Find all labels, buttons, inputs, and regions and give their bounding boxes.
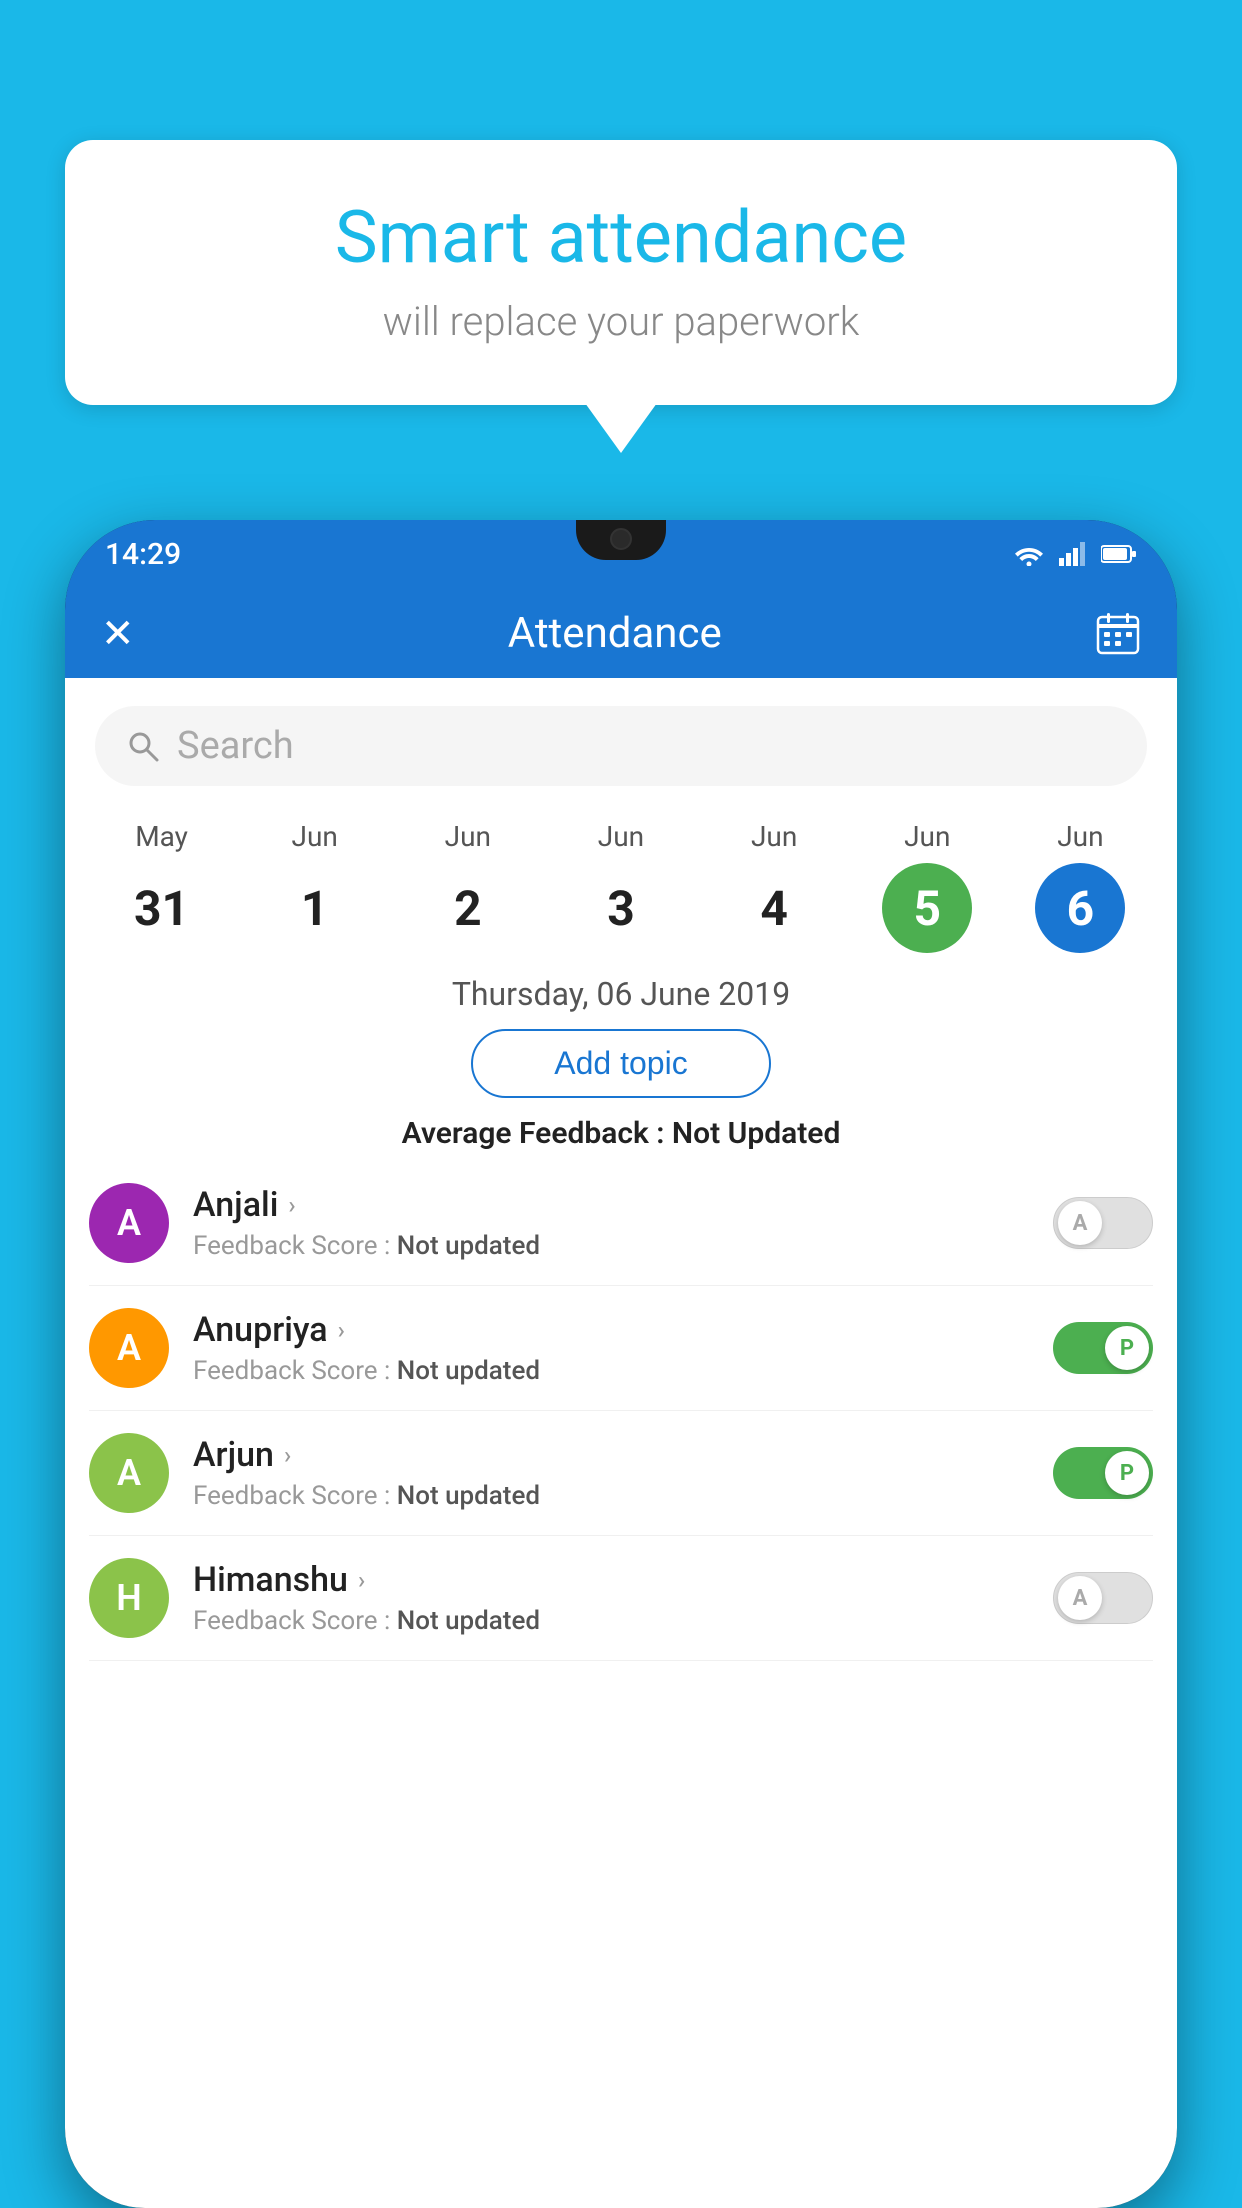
- student-avatar: A: [89, 1183, 169, 1263]
- search-icon: [125, 728, 161, 764]
- cal-month-label: May: [135, 820, 188, 853]
- student-avatar: H: [89, 1558, 169, 1638]
- status-bar: 14:29: [65, 520, 1177, 588]
- student-feedback: Feedback Score : Not updated: [193, 1481, 1053, 1511]
- status-time: 14:29: [105, 537, 181, 572]
- cal-month-label: Jun: [445, 820, 491, 853]
- wifi-icon: [1013, 542, 1045, 566]
- student-item[interactable]: H Himanshu › Feedback Score : Not updatedA: [89, 1536, 1153, 1661]
- bubble-title: Smart attendance: [125, 195, 1117, 280]
- calendar-day[interactable]: Jun 5: [867, 820, 987, 953]
- calendar-day[interactable]: Jun 6: [1020, 820, 1140, 953]
- add-topic-button[interactable]: Add topic: [471, 1029, 771, 1098]
- attendance-toggle[interactable]: A: [1053, 1572, 1153, 1624]
- header-title: Attendance: [508, 609, 722, 658]
- status-icons: [1013, 542, 1137, 566]
- chevron-icon: ›: [284, 1441, 291, 1469]
- student-item[interactable]: A Anupriya › Feedback Score : Not updated P: [89, 1286, 1153, 1411]
- student-list: AAnjali ›Feedback Score : Not updatedAAA…: [65, 1161, 1177, 1661]
- notch: [576, 520, 666, 560]
- student-name: Himanshu ›: [193, 1560, 1053, 1600]
- cal-month-label: Jun: [1057, 820, 1103, 853]
- signal-icon: [1059, 542, 1087, 566]
- student-info: Himanshu › Feedback Score : Not updated: [193, 1560, 1053, 1636]
- avg-feedback-label: Average Feedback :: [402, 1116, 665, 1151]
- student-feedback: Feedback Score : Not updated: [193, 1606, 1053, 1636]
- toggle-knob: P: [1105, 1451, 1149, 1495]
- calendar-day[interactable]: Jun 2: [408, 820, 528, 953]
- calendar-day[interactable]: May 31: [102, 820, 222, 953]
- calendar-day[interactable]: Jun 3: [561, 820, 681, 953]
- student-item[interactable]: AAnjali ›Feedback Score : Not updatedA: [89, 1161, 1153, 1286]
- cal-date-number: 31: [117, 863, 207, 953]
- toggle-knob: A: [1058, 1576, 1102, 1620]
- average-feedback: Average Feedback : Not Updated: [65, 1116, 1177, 1151]
- toggle-switch[interactable]: P: [1053, 1447, 1153, 1499]
- cal-month-label: Jun: [751, 820, 797, 853]
- student-info: Anupriya › Feedback Score : Not updated: [193, 1310, 1053, 1386]
- student-info: Anjali › Feedback Score : Not updated: [193, 1185, 1053, 1261]
- speech-bubble: Smart attendance will replace your paper…: [65, 140, 1177, 405]
- student-avatar: A: [89, 1308, 169, 1388]
- phone-content: Search May 31 Jun 1 Jun 2 Jun 3 Jun 4 Jun 5 Jun 6 Thu…: [65, 678, 1177, 2208]
- cal-month-label: Jun: [292, 820, 338, 853]
- search-bar[interactable]: Search: [95, 706, 1147, 786]
- cal-date-number: 3: [576, 863, 666, 953]
- cal-date-number: 4: [729, 863, 819, 953]
- student-item[interactable]: A Arjun › Feedback Score : Not updated P: [89, 1411, 1153, 1536]
- attendance-toggle[interactable]: P: [1053, 1447, 1153, 1499]
- phone-frame: 14:29: [65, 520, 1177, 2208]
- cal-month-label: Jun: [904, 820, 950, 853]
- cal-date-number: 5: [882, 863, 972, 953]
- cal-date-number: 1: [270, 863, 360, 953]
- toggle-switch[interactable]: P: [1053, 1322, 1153, 1374]
- student-name: Anupriya ›: [193, 1310, 1053, 1350]
- search-input-placeholder: Search: [177, 724, 294, 768]
- toggle-knob: A: [1058, 1201, 1102, 1245]
- speech-bubble-container: Smart attendance will replace your paper…: [65, 140, 1177, 405]
- attendance-toggle[interactable]: P: [1053, 1322, 1153, 1374]
- student-name: Anjali ›: [193, 1185, 1053, 1225]
- notch-camera: [610, 528, 632, 550]
- bubble-subtitle: will replace your paperwork: [125, 298, 1117, 345]
- chevron-icon: ›: [288, 1191, 295, 1219]
- close-button[interactable]: ✕: [101, 610, 135, 657]
- student-feedback: Feedback Score : Not updated: [193, 1356, 1053, 1386]
- avg-feedback-value: Not Updated: [672, 1116, 840, 1151]
- attendance-toggle[interactable]: A: [1053, 1197, 1153, 1249]
- calendar-row: May 31 Jun 1 Jun 2 Jun 3 Jun 4 Jun 5 Jun 6: [65, 806, 1177, 953]
- date-display: Thursday, 06 June 2019: [65, 975, 1177, 1013]
- student-feedback: Feedback Score : Not updated: [193, 1231, 1053, 1261]
- calendar-day[interactable]: Jun 1: [255, 820, 375, 953]
- battery-icon: [1101, 544, 1137, 564]
- student-name: Arjun ›: [193, 1435, 1053, 1475]
- toggle-switch[interactable]: A: [1053, 1572, 1153, 1624]
- toggle-knob: P: [1105, 1326, 1149, 1370]
- cal-date-number: 2: [423, 863, 513, 953]
- calendar-day[interactable]: Jun 4: [714, 820, 834, 953]
- chevron-icon: ›: [338, 1316, 345, 1344]
- cal-month-label: Jun: [598, 820, 644, 853]
- app-header: ✕ Attendance: [65, 588, 1177, 678]
- toggle-switch[interactable]: A: [1053, 1197, 1153, 1249]
- calendar-icon[interactable]: [1095, 610, 1141, 656]
- cal-date-number: 6: [1035, 863, 1125, 953]
- student-info: Arjun › Feedback Score : Not updated: [193, 1435, 1053, 1511]
- student-avatar: A: [89, 1433, 169, 1513]
- chevron-icon: ›: [358, 1566, 365, 1594]
